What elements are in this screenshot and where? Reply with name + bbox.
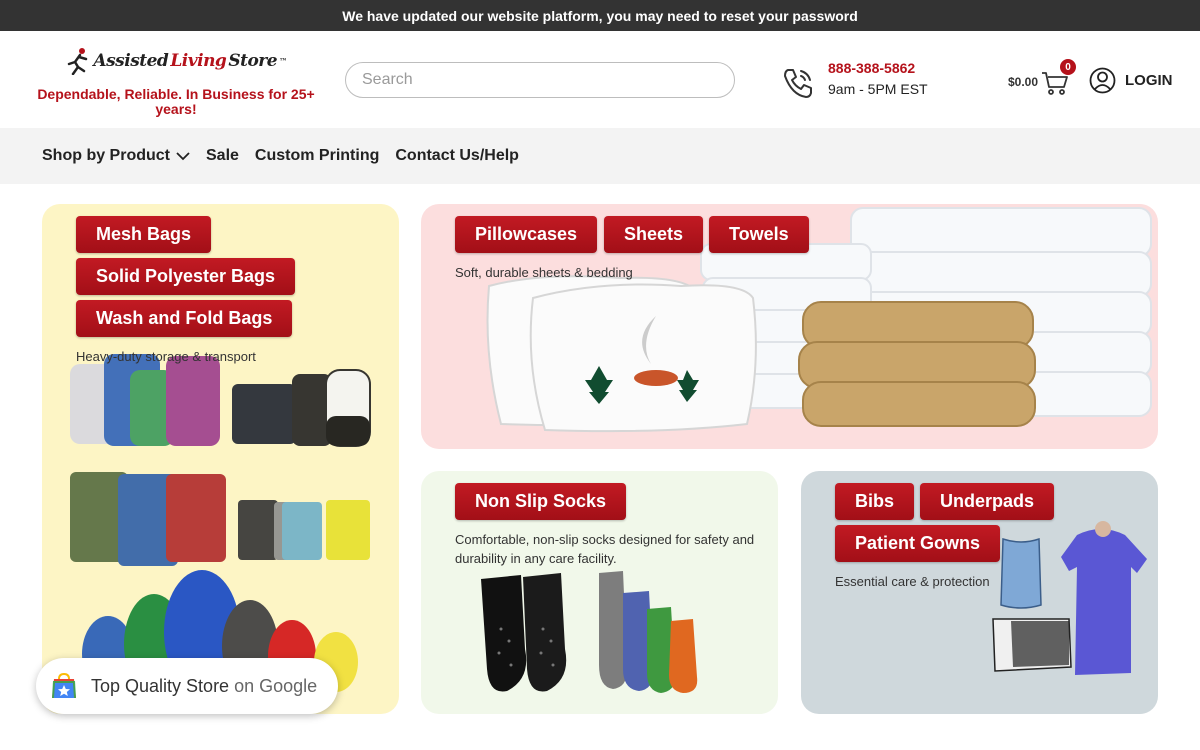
nav-shop-by-product[interactable]: Shop by Product — [42, 147, 190, 165]
login-label: LOGIN — [1125, 72, 1173, 89]
card-description: Heavy-duty storage & transport — [76, 349, 256, 364]
non-slip-socks-image[interactable] — [471, 569, 731, 699]
nav-sale[interactable]: Sale — [206, 147, 239, 165]
user-icon — [1089, 67, 1116, 94]
badge-label: Top Quality Store — [91, 675, 230, 696]
nav-label: Contact Us/Help — [395, 147, 519, 164]
underpads-button[interactable]: Underpads — [920, 483, 1055, 520]
logo-wordmark: Assisted Living Store ™ — [65, 47, 287, 75]
logo-part-2: Living — [170, 51, 227, 71]
google-top-quality-badge[interactable]: Top Quality Store on Google — [36, 658, 338, 714]
sheets-button[interactable]: Sheets — [604, 216, 704, 253]
category-card-patient-care: Bibs Underpads Patient Gowns Essential c… — [801, 471, 1158, 714]
towels-button[interactable]: Towels — [709, 216, 809, 253]
category-card-linens: Pillowcases Sheets Towels Soft, durable … — [421, 204, 1158, 449]
cart-total: $0.00 — [1008, 75, 1039, 89]
logo-part-1: Assisted — [93, 51, 169, 71]
patient-gowns-button[interactable]: Patient Gowns — [835, 525, 1001, 562]
search-input[interactable] — [345, 62, 735, 98]
card-description: Comfortable, non-slip socks designed for… — [455, 532, 755, 566]
mesh-bags-button[interactable]: Mesh Bags — [76, 216, 212, 253]
non-slip-socks-button[interactable]: Non Slip Socks — [455, 483, 627, 520]
logo-tm: ™ — [279, 56, 287, 66]
runner-logo-icon — [68, 48, 88, 75]
chevron-down-icon — [176, 152, 190, 161]
category-card-laundry-bags: Mesh Bags Solid Polyester Bags Wash and … — [42, 204, 399, 714]
cart-count-badge: 0 — [1060, 59, 1077, 75]
announcement-text: We have updated our website platform, yo… — [342, 7, 858, 24]
wash-and-fold-bags-button[interactable]: Wash and Fold Bags — [76, 300, 293, 337]
phone-contact[interactable]: 888-388-5862 9am - 5PM EST — [828, 60, 928, 97]
solid-polyester-bags-button[interactable]: Solid Polyester Bags — [76, 258, 296, 295]
logo-part-3: Store — [228, 51, 278, 71]
pillowcases-button[interactable]: Pillowcases — [455, 216, 598, 253]
logo[interactable]: Assisted Living Store ™ Dependable, Reliabl… — [30, 47, 322, 117]
nav-label: Sale — [206, 147, 239, 164]
badge-suffix: on Google — [234, 675, 318, 696]
nav-label: Custom Printing — [254, 147, 380, 164]
login-link[interactable]: LOGIN — [1089, 67, 1173, 94]
nav-contact-help[interactable]: Contact Us/Help — [395, 147, 519, 165]
laundry-bags-image[interactable] — [64, 334, 384, 704]
card-description: Essential care & protection — [835, 574, 990, 589]
phone-number[interactable]: 888-388-5862 — [828, 60, 928, 76]
card-description: Soft, durable sheets & bedding — [455, 265, 633, 280]
bibs-button[interactable]: Bibs — [835, 483, 915, 520]
nav-custom-printing[interactable]: Custom Printing — [255, 147, 379, 165]
cart-icon-wrap[interactable]: 0 — [1040, 59, 1077, 97]
phone-icon[interactable] — [780, 65, 816, 101]
site-header: Assisted Living Store ™ Dependable, Reliabl… — [0, 31, 1200, 128]
nav-label: Shop by Product — [42, 147, 170, 164]
main-nav: Shop by Product Sale Custom Printing Con… — [0, 128, 1200, 184]
google-shopping-icon — [52, 672, 76, 698]
category-card-socks: Non Slip Socks Comfortable, non-slip soc… — [421, 471, 778, 714]
patient-care-image[interactable] — [991, 515, 1158, 685]
tagline: Dependable, Reliable. In Business for 25… — [37, 86, 315, 117]
phone-hours: 9am - 5PM EST — [828, 81, 928, 97]
cart[interactable]: $0.00 0 — [1008, 59, 1077, 97]
announcement-bar: We have updated our website platform, yo… — [0, 0, 1200, 31]
